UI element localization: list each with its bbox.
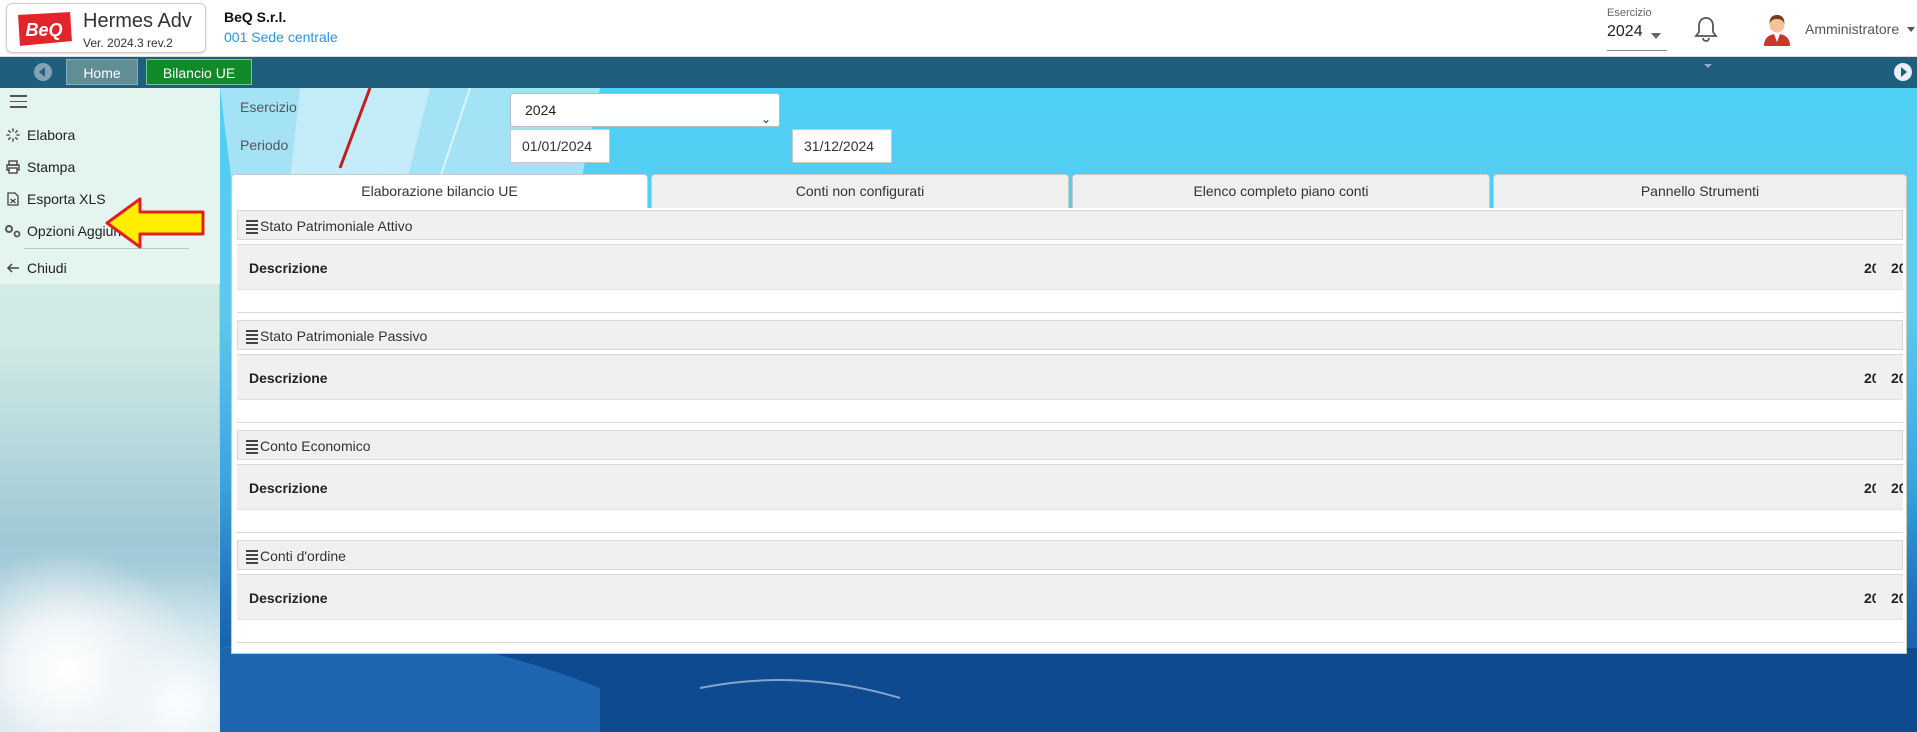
- esercizio-label: Esercizio: [240, 99, 297, 115]
- section-table-header: Descrizione 2024 2023: [237, 244, 1903, 290]
- column-header-year-previous: 2023: [1891, 590, 1903, 606]
- section-table-header: Descrizione 2024 2023: [237, 464, 1903, 510]
- user-avatar-icon[interactable]: [1760, 12, 1794, 46]
- header-esercizio-select[interactable]: 2024: [1607, 23, 1667, 51]
- main-tabs: Elaborazione bilancio UE Conti non confi…: [231, 174, 1907, 209]
- sidebar-item-label: Esporta XLS: [27, 191, 106, 207]
- tab-pannello-strumenti[interactable]: Pannello Strumenti: [1493, 174, 1907, 209]
- app-header: BeQ Hermes Adv Ver. 2024.3 rev.2 BeQ S.r…: [0, 0, 1917, 57]
- beq-logo-icon: BeQ: [15, 10, 75, 48]
- file-icon: [4, 191, 22, 207]
- printer-icon: [4, 159, 22, 175]
- branch-link[interactable]: 001 Sede centrale: [224, 29, 338, 45]
- column-header-year-current: 2024: [1864, 370, 1876, 386]
- sidebar-item-chiudi[interactable]: Chiudi: [4, 256, 214, 280]
- column-header-descrizione: Descrizione: [249, 370, 328, 386]
- section-conti-d-ordine: Conti d'ordine Descrizione 2024 2023: [237, 540, 1903, 646]
- section-title: Conti d'ordine: [260, 548, 346, 564]
- arrow-left-callout-icon: [105, 197, 205, 249]
- periodo-label: Periodo: [240, 137, 289, 153]
- user-name[interactable]: Amministratore: [1805, 21, 1899, 37]
- column-header-year-previous: 2023: [1891, 480, 1903, 496]
- section-title: Stato Patrimoniale Passivo: [260, 328, 428, 344]
- chevron-down-icon: ⌄: [760, 112, 771, 126]
- column-header-descrizione: Descrizione: [249, 590, 328, 606]
- spinner-icon: [4, 127, 22, 143]
- arrow-left-icon: [4, 260, 22, 276]
- sidebar-item-stampa[interactable]: Stampa: [4, 155, 214, 179]
- gears-icon: [4, 223, 22, 239]
- column-header-descrizione: Descrizione: [249, 480, 328, 496]
- sidebar-item-label: Chiudi: [27, 260, 67, 276]
- app-version: Ver. 2024.3 rev.2: [83, 36, 173, 50]
- column-header-year-previous: 2023: [1891, 370, 1903, 386]
- list-icon: [246, 550, 258, 564]
- scroll-left-icon[interactable]: [34, 63, 52, 81]
- list-icon: [246, 330, 258, 344]
- section-header[interactable]: Conto Economico: [237, 430, 1903, 460]
- list-icon: [246, 220, 258, 234]
- tab-bilancio-ue[interactable]: Bilancio UE: [146, 59, 252, 85]
- chevron-down-icon: [1651, 33, 1661, 39]
- logo-text: BeQ: [25, 20, 62, 40]
- tab-dropdown-indicator-icon: [1704, 64, 1712, 68]
- tab-bar: Home Bilancio UE: [0, 57, 1917, 88]
- header-esercizio-label: Esercizio: [1607, 7, 1652, 19]
- header-esercizio-value: 2024: [1607, 23, 1643, 40]
- section-header[interactable]: Conti d'ordine: [237, 540, 1903, 570]
- user-menu-caret-icon[interactable]: [1907, 27, 1915, 32]
- app-name: Hermes Adv: [83, 10, 192, 32]
- section-table-header: Descrizione 2024 2023: [237, 574, 1903, 620]
- section-divider: [237, 642, 1903, 643]
- section-title: Conto Economico: [260, 438, 371, 454]
- tab-elenco-completo-piano-conti[interactable]: Elenco completo piano conti: [1072, 174, 1490, 209]
- section-stato-patrimoniale-attivo: Stato Patrimoniale Attivo Descrizione 20…: [237, 210, 1903, 316]
- bilancio-content: Stato Patrimoniale Attivo Descrizione 20…: [231, 208, 1907, 654]
- list-icon: [246, 440, 258, 454]
- section-divider: [237, 422, 1903, 423]
- column-header-year-previous: 2023: [1891, 260, 1903, 276]
- company-name: BeQ S.r.l.: [224, 9, 287, 25]
- column-header-year-current: 2024: [1864, 480, 1876, 496]
- tab-conti-non-configurati[interactable]: Conti non configurati: [651, 174, 1069, 209]
- hamburger-menu-icon[interactable]: [10, 95, 27, 108]
- column-header-descrizione: Descrizione: [249, 260, 328, 276]
- sidebar-item-label: Elabora: [27, 127, 76, 143]
- sidebar: Elabora Stampa Esporta XLS Opzioni Aggiu…: [0, 88, 220, 732]
- section-divider: [237, 312, 1903, 313]
- tab-elaborazione-bilancio-ue[interactable]: Elaborazione bilancio UE: [231, 174, 648, 209]
- section-conto-economico: Conto Economico Descrizione 2024 2023: [237, 430, 1903, 536]
- sidebar-item-label: Stampa: [27, 159, 76, 175]
- date-to-input[interactable]: 31/12/2024: [792, 129, 892, 163]
- date-from-input[interactable]: 01/01/2024: [510, 129, 610, 163]
- tab-home[interactable]: Home: [66, 59, 138, 85]
- sidebar-item-elabora[interactable]: Elabora: [4, 123, 214, 147]
- section-title: Stato Patrimoniale Attivo: [260, 218, 413, 234]
- scroll-right-icon[interactable]: [1894, 63, 1912, 81]
- section-divider: [237, 532, 1903, 533]
- bell-icon[interactable]: [1693, 15, 1719, 43]
- app-logo-box[interactable]: BeQ Hermes Adv Ver. 2024.3 rev.2: [6, 3, 206, 53]
- sidebar-menu-panel: [0, 88, 220, 284]
- clouds-decoration: [0, 528, 220, 732]
- section-header[interactable]: Stato Patrimoniale Passivo: [237, 320, 1903, 350]
- column-header-year-current: 2024: [1864, 260, 1876, 276]
- section-header[interactable]: Stato Patrimoniale Attivo: [237, 210, 1903, 240]
- section-table-header: Descrizione 2024 2023: [237, 354, 1903, 400]
- esercizio-select[interactable]: 2024 ⌄: [510, 93, 780, 127]
- column-header-year-current: 2024: [1864, 590, 1876, 606]
- section-stato-patrimoniale-passivo: Stato Patrimoniale Passivo Descrizione 2…: [237, 320, 1903, 426]
- esercizio-select-value: 2024: [525, 102, 557, 118]
